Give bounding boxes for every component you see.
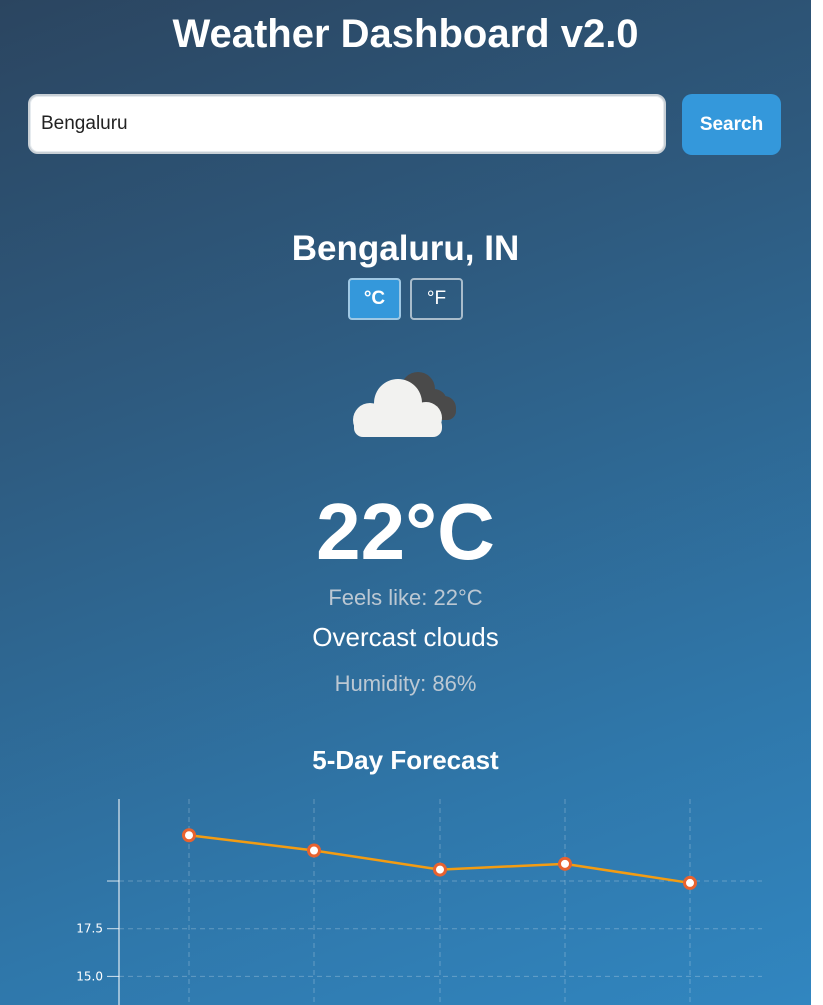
celsius-toggle-button[interactable]: °C: [348, 278, 401, 320]
forecast-point: [182, 828, 196, 843]
fahrenheit-toggle-button[interactable]: °F: [410, 278, 463, 320]
feels-like-text: Feels like: 22°C: [328, 585, 483, 610]
humidity-text: Humidity: 86%: [334, 671, 477, 696]
y-tick-label: 15.0: [76, 969, 103, 983]
forecast-point: [683, 875, 697, 890]
city-name: Bengaluru, IN: [291, 229, 520, 268]
window-edge: [811, 0, 823, 1005]
forecast-chart: 15.0 17.5: [76, 799, 762, 1005]
current-temperature: 22°C: [316, 487, 495, 576]
forecast-title: 5-Day Forecast: [312, 745, 499, 775]
forecast-point: [307, 843, 321, 858]
city-search-input[interactable]: [28, 94, 666, 154]
weather-description: Overcast clouds: [312, 622, 499, 652]
forecast-point: [558, 856, 572, 871]
app-title: Weather Dashboard v2.0: [172, 12, 639, 56]
forecast-point: [433, 862, 447, 877]
overcast-clouds-icon: [353, 372, 456, 437]
y-tick-label: 17.5: [76, 922, 103, 936]
search-button[interactable]: Search: [682, 94, 781, 155]
weather-dashboard: Weather Dashboard v2.0 Search Bengaluru,…: [0, 0, 811, 1005]
